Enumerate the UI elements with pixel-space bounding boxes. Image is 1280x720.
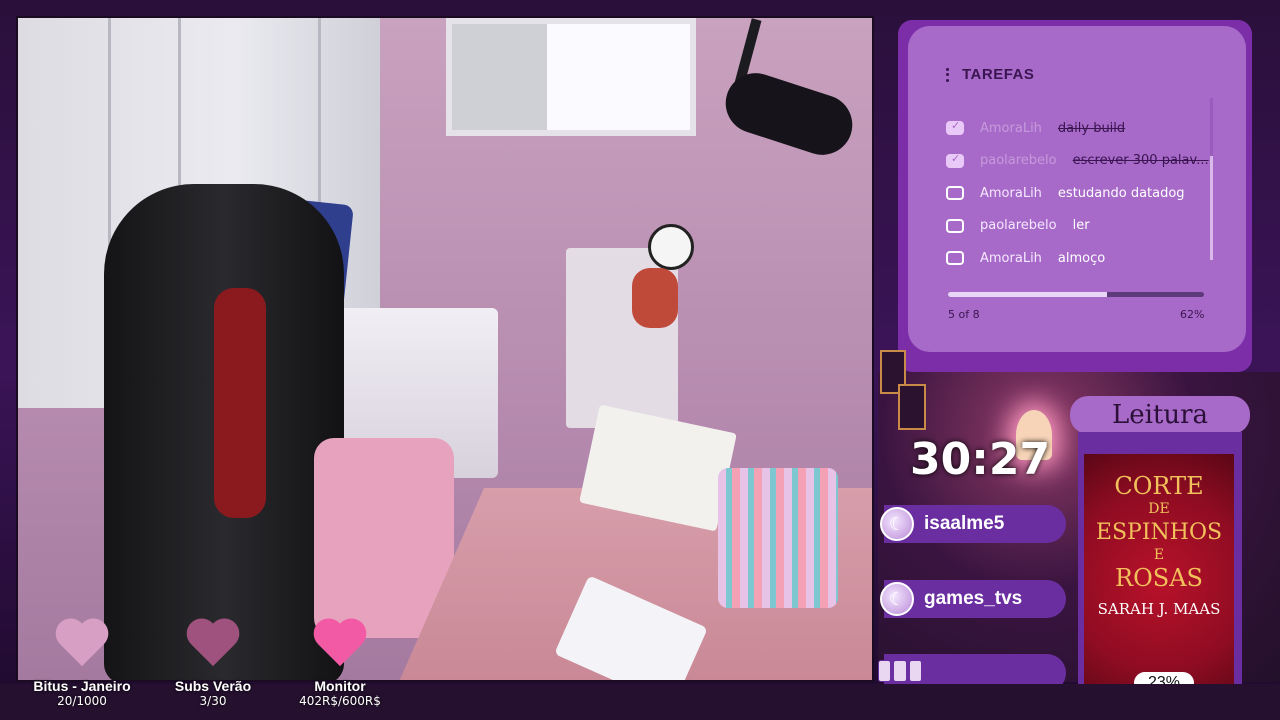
goal-label: Monitor xyxy=(314,678,366,694)
goal-label: Subs Verão xyxy=(174,678,252,694)
task-user: paolarebelo xyxy=(980,153,1057,169)
plush-toy xyxy=(648,224,694,270)
chat-alert-name: isaalme5 xyxy=(924,513,1005,534)
chat-alert: ☾ isaalme5 xyxy=(880,505,1066,543)
task-text: ler xyxy=(1072,218,1090,234)
task-progress-fill xyxy=(948,292,1107,297)
window xyxy=(446,18,696,136)
task-user: paolarebelo xyxy=(980,218,1057,234)
reading-panel: Leitura CORTE DE ESPINHOS E ROSAS SARAH … xyxy=(1070,396,1250,706)
task-scrollbar-thumb[interactable] xyxy=(1210,156,1213,260)
checkbox-icon[interactable] xyxy=(946,186,964,201)
book-title-line: ROSAS xyxy=(1115,564,1203,592)
goal-label: Bitus - Janeiro xyxy=(33,678,131,694)
chat-alert: ☾ games_tvs xyxy=(880,580,1066,618)
moon-icon: ☾ xyxy=(880,507,914,541)
heart-icon xyxy=(183,620,243,674)
reading-tab-label: Leitura xyxy=(1111,400,1209,430)
goals-bar: Bitus - Janeiro 20/1000 Subs Verão 3/30 … xyxy=(0,620,420,720)
checkbox-checked-icon[interactable] xyxy=(946,152,964,168)
goal-item: Monitor 402R$/600R$ xyxy=(270,620,410,708)
task-panel: TAREFAS AmoraLih daily build paolarebelo… xyxy=(908,26,1246,352)
task-item[interactable]: AmoraLih estudando datadog xyxy=(946,177,1212,210)
task-item[interactable]: paolarebelo ler xyxy=(946,210,1212,243)
timer: 30:27 xyxy=(910,434,1051,485)
task-item[interactable]: AmoraLih daily build xyxy=(946,112,1212,145)
book-title-line: ESPINHOS xyxy=(1095,520,1223,545)
book-title-line: DE xyxy=(1148,501,1170,517)
task-header: TAREFAS xyxy=(946,66,1034,83)
task-text: daily build xyxy=(1057,120,1126,136)
chair-accent xyxy=(214,288,266,518)
goal-value: 20/1000 xyxy=(57,694,107,708)
book-title-line: CORTE xyxy=(1114,472,1204,500)
task-progress-percent: 62% xyxy=(1180,308,1205,321)
task-text: escrever 300 palav... xyxy=(1072,153,1209,169)
goal-item: Subs Verão 3/30 xyxy=(143,620,283,708)
tarot-card-icon xyxy=(898,384,926,430)
microphone xyxy=(717,65,861,163)
task-user: AmoraLih xyxy=(980,120,1042,136)
book-title-line: E xyxy=(1153,547,1165,563)
task-item[interactable]: paolarebelo escrever 300 palav... xyxy=(946,145,1212,178)
book-cover: CORTE DE ESPINHOS E ROSAS SARAH J. MAAS xyxy=(1084,454,1234,686)
task-progress-count: 5 of 8 xyxy=(948,308,980,321)
book-author: SARAH J. MAAS xyxy=(1097,600,1221,618)
figure-toy xyxy=(632,268,678,328)
task-title: TAREFAS xyxy=(962,66,1035,83)
pen-holder xyxy=(718,468,838,608)
task-item[interactable]: AmoraLih almoço xyxy=(946,242,1212,275)
checkbox-icon[interactable] xyxy=(946,218,964,233)
heart-icon xyxy=(52,620,112,674)
webcam-feed xyxy=(16,16,874,682)
heart-icon xyxy=(310,620,370,674)
kebab-menu-icon[interactable] xyxy=(946,67,950,82)
moon-icon: ☾ xyxy=(880,582,914,616)
task-user: AmoraLih xyxy=(980,250,1042,266)
goal-value: 402R$/600R$ xyxy=(299,694,381,708)
chat-alert-name: games_tvs xyxy=(924,588,1023,609)
task-user: AmoraLih xyxy=(980,185,1042,201)
reading-tab: Leitura xyxy=(1070,396,1250,434)
checkbox-icon[interactable] xyxy=(946,251,964,266)
goal-item: Bitus - Janeiro 20/1000 xyxy=(12,620,152,708)
checkbox-checked-icon[interactable] xyxy=(946,119,964,136)
task-text: almoço xyxy=(1057,250,1106,266)
task-progress-bar xyxy=(948,292,1204,297)
task-text: estudando datadog xyxy=(1057,185,1185,201)
goal-value: 3/30 xyxy=(199,694,227,708)
task-list: AmoraLih daily build paolarebelo escreve… xyxy=(946,112,1212,275)
